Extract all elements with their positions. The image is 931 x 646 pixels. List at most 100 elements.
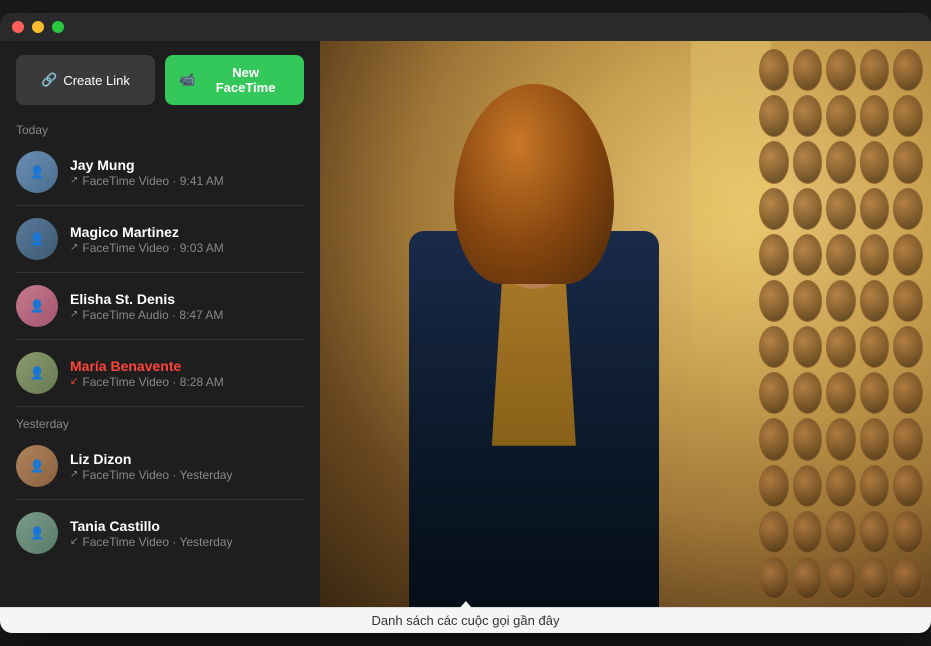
call-info-elisha: Elisha St. Denis ↗ FaceTime Audio · 8:47…	[70, 291, 304, 322]
wall-circle	[893, 188, 923, 230]
divider-1	[16, 205, 304, 206]
avatar-jay: 👤	[16, 151, 58, 193]
call-name-jay: Jay Mung	[70, 157, 304, 173]
wall-circle	[826, 49, 856, 91]
wall-circle	[893, 326, 923, 368]
arrow-magico: ↗	[70, 242, 78, 253]
wall-circle	[759, 418, 789, 460]
wall-circle	[860, 141, 890, 183]
wall-circle	[793, 188, 823, 230]
wall-circle	[759, 326, 789, 368]
wall-circle	[826, 418, 856, 460]
wall-circle	[793, 465, 823, 507]
create-link-button[interactable]: 🔗 Create Link	[16, 55, 155, 105]
wall-circle	[826, 280, 856, 322]
hair	[454, 84, 614, 284]
wall-circle	[793, 49, 823, 91]
detail-elisha: FaceTime Audio · 8:47 AM	[82, 308, 223, 322]
detail-magico: FaceTime Video · 9:03 AM	[82, 241, 223, 255]
wall-circle	[860, 280, 890, 322]
arrow-tania: ↙	[70, 536, 78, 547]
wall-circle	[860, 465, 890, 507]
detail-tania: FaceTime Video · Yesterday	[82, 535, 232, 549]
new-facetime-button[interactable]: 📹 New FaceTime	[165, 55, 304, 105]
close-button[interactable]	[12, 21, 24, 33]
wall-circle	[793, 557, 823, 599]
call-item-elisha[interactable]: 👤 Elisha St. Denis ↗ FaceTime Audio · 8:…	[0, 275, 320, 337]
wall-circle	[793, 326, 823, 368]
wall-circle	[893, 95, 923, 137]
wall-circle	[826, 372, 856, 414]
wall-circle	[759, 49, 789, 91]
call-info-tania: Tania Castillo ↙ FaceTime Video · Yester…	[70, 518, 304, 549]
wall-circle	[793, 372, 823, 414]
app-window: 🔗 Create Link 📹 New FaceTime Today 👤	[0, 13, 931, 633]
wall-circle	[893, 418, 923, 460]
wall-circle	[759, 372, 789, 414]
detail-liz: FaceTime Video · Yesterday	[82, 468, 232, 482]
wall-circle	[759, 95, 789, 137]
arrow-elisha: ↗	[70, 309, 78, 320]
wall-circle	[860, 95, 890, 137]
wall-circle	[826, 141, 856, 183]
wall-circle	[860, 49, 890, 91]
wall-circle	[793, 418, 823, 460]
call-details-tania: ↙ FaceTime Video · Yesterday	[70, 535, 304, 549]
call-details-jay: ↗ FaceTime Video · 9:41 AM	[70, 174, 304, 188]
maximize-button[interactable]	[52, 21, 64, 33]
wall-circle	[759, 141, 789, 183]
wall-circle	[826, 511, 856, 553]
wall-circle	[793, 141, 823, 183]
call-item-maria[interactable]: 👤 María Benavente ↙ FaceTime Video · 8:2…	[0, 342, 320, 404]
wall-circle	[893, 141, 923, 183]
detail-jay: FaceTime Video · 9:41 AM	[82, 174, 223, 188]
section-yesterday-label: Yesterday	[0, 409, 320, 435]
call-name-maria: María Benavente	[70, 358, 304, 374]
minimize-button[interactable]	[32, 21, 44, 33]
wall-circle	[860, 326, 890, 368]
photo-scene	[320, 41, 931, 607]
wall-circle	[759, 280, 789, 322]
wall-circle	[759, 188, 789, 230]
wall-circle	[860, 557, 890, 599]
wall-circle	[860, 188, 890, 230]
call-info-jay: Jay Mung ↗ FaceTime Video · 9:41 AM	[70, 157, 304, 188]
avatar-liz: 👤	[16, 445, 58, 487]
call-item-liz[interactable]: 👤 Liz Dizon ↗ FaceTime Video · Yesterday	[0, 435, 320, 497]
tooltip-wrapper: Danh sách các cuộc gọi gần đây	[0, 608, 931, 633]
wall-circle	[893, 557, 923, 599]
detail-maria: FaceTime Video · 8:28 AM	[82, 375, 223, 389]
caption-text: Danh sách các cuộc gọi gần đây	[372, 613, 560, 628]
call-item-magico[interactable]: 👤 Magico Martinez ↗ FaceTime Video · 9:0…	[0, 208, 320, 270]
call-name-magico: Magico Martinez	[70, 224, 304, 240]
caption-container: Danh sách các cuộc gọi gần đây	[0, 607, 931, 633]
wall-circle	[759, 557, 789, 599]
main-content: 🔗 Create Link 📹 New FaceTime Today 👤	[0, 41, 931, 607]
call-item-jay[interactable]: 👤 Jay Mung ↗ FaceTime Video · 9:41 AM	[0, 141, 320, 203]
wall-circle	[793, 511, 823, 553]
person-figure	[394, 69, 674, 607]
call-item-tania[interactable]: 👤 Tania Castillo ↙ FaceTime Video · Yest…	[0, 502, 320, 564]
wall-circle	[826, 326, 856, 368]
new-facetime-label: New FaceTime	[201, 65, 290, 95]
wall-circle	[893, 465, 923, 507]
wall-circle	[826, 465, 856, 507]
call-info-liz: Liz Dizon ↗ FaceTime Video · Yesterday	[70, 451, 304, 482]
call-list: Today 👤 Jay Mung ↗ FaceTime Video · 9:41…	[0, 115, 320, 607]
wall-circle	[893, 234, 923, 276]
avatar-maria: 👤	[16, 352, 58, 394]
call-info-maria: María Benavente ↙ FaceTime Video · 8:28 …	[70, 358, 304, 389]
wall-circle	[860, 511, 890, 553]
divider-4	[16, 406, 304, 407]
wall-circle	[826, 188, 856, 230]
wall-circle	[826, 95, 856, 137]
link-icon: 🔗	[41, 72, 57, 88]
wall-circle	[793, 234, 823, 276]
wall-circle	[793, 95, 823, 137]
wall-circle	[860, 372, 890, 414]
call-name-tania: Tania Castillo	[70, 518, 304, 534]
section-today-label: Today	[0, 115, 320, 141]
wall-circle	[860, 234, 890, 276]
wall-circle	[826, 557, 856, 599]
wall-circle	[759, 511, 789, 553]
